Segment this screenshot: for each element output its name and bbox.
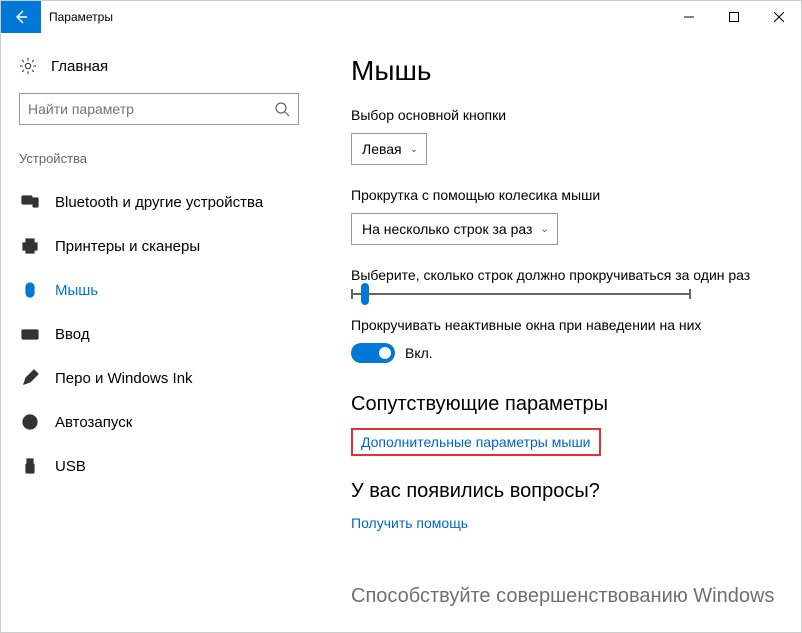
sidebar-item-typing[interactable]: Ввод <box>19 312 295 356</box>
sidebar-item-label: Ввод <box>55 326 90 343</box>
search-icon <box>274 101 290 117</box>
scroll-mode-value: На несколько строк за раз <box>362 221 532 237</box>
additional-mouse-link[interactable]: Дополнительные параметры мыши <box>361 434 591 450</box>
close-button[interactable] <box>756 1 801 33</box>
back-button[interactable] <box>1 1 41 33</box>
inactive-scroll-toggle[interactable] <box>351 343 395 363</box>
devices-icon <box>21 193 39 211</box>
chevron-down-icon: ⌄ <box>410 144 418 155</box>
maximize-button[interactable] <box>711 1 756 33</box>
scroll-mode-select[interactable]: На несколько строк за раз ⌄ <box>351 213 558 245</box>
related-heading: Сопутствующие параметры <box>351 393 781 416</box>
help-heading: У вас появились вопросы? <box>351 480 781 503</box>
sidebar-item-label: Мышь <box>55 282 98 299</box>
usb-icon <box>21 457 39 475</box>
minimize-icon <box>684 12 694 22</box>
sidebar-item-label: USB <box>55 458 86 475</box>
mouse-icon <box>21 281 39 299</box>
slider-thumb[interactable] <box>361 283 369 305</box>
sidebar-item-label: Принтеры и сканеры <box>55 238 200 255</box>
sidebar-item-autoplay[interactable]: Автозапуск <box>19 400 295 444</box>
toggle-state-label: Вкл. <box>405 345 433 361</box>
sidebar-item-label: Перо и Windows Ink <box>55 370 193 387</box>
printer-icon <box>21 237 39 255</box>
sidebar-item-pen[interactable]: Перо и Windows Ink <box>19 356 295 400</box>
page-heading: Мышь <box>351 55 781 87</box>
search-box[interactable] <box>19 93 299 125</box>
arrow-left-icon <box>13 9 29 25</box>
close-icon <box>774 12 784 22</box>
lines-label: Выберите, сколько строк должно прокручив… <box>351 267 781 283</box>
sidebar-item-label: Автозапуск <box>55 414 132 431</box>
pen-icon <box>21 369 39 387</box>
autoplay-icon <box>21 413 39 431</box>
minimize-button[interactable] <box>666 1 711 33</box>
highlighted-box: Дополнительные параметры мыши <box>351 428 601 456</box>
window-title: Параметры <box>41 1 666 33</box>
keyboard-icon <box>21 325 39 343</box>
home-link[interactable]: Главная <box>19 57 295 75</box>
maximize-icon <box>729 12 739 22</box>
sidebar-item-label: Bluetooth и другие устройства <box>55 194 263 211</box>
category-label: Устройства <box>19 151 295 166</box>
improve-heading: Способствуйте совершенствованию Windows <box>351 585 781 608</box>
sidebar-item-printers[interactable]: Принтеры и сканеры <box>19 224 295 268</box>
scroll-mode-label: Прокрутка с помощью колесика мыши <box>351 187 781 203</box>
lines-slider[interactable] <box>351 293 691 295</box>
sidebar-item-usb[interactable]: USB <box>19 444 295 488</box>
primary-button-value: Левая <box>362 141 402 157</box>
inactive-scroll-label: Прокручивать неактивные окна при наведен… <box>351 317 781 333</box>
gear-icon <box>19 57 37 75</box>
chevron-down-icon: ⌄ <box>540 224 548 235</box>
primary-button-label: Выбор основной кнопки <box>351 107 781 123</box>
sidebar-item-bluetooth[interactable]: Bluetooth и другие устройства <box>19 180 295 224</box>
toggle-knob <box>379 347 391 359</box>
search-input[interactable] <box>28 101 274 117</box>
primary-button-select[interactable]: Левая ⌄ <box>351 133 427 165</box>
home-label: Главная <box>51 58 108 75</box>
sidebar-item-mouse[interactable]: Мышь <box>19 268 295 312</box>
get-help-link[interactable]: Получить помощь <box>351 515 468 531</box>
